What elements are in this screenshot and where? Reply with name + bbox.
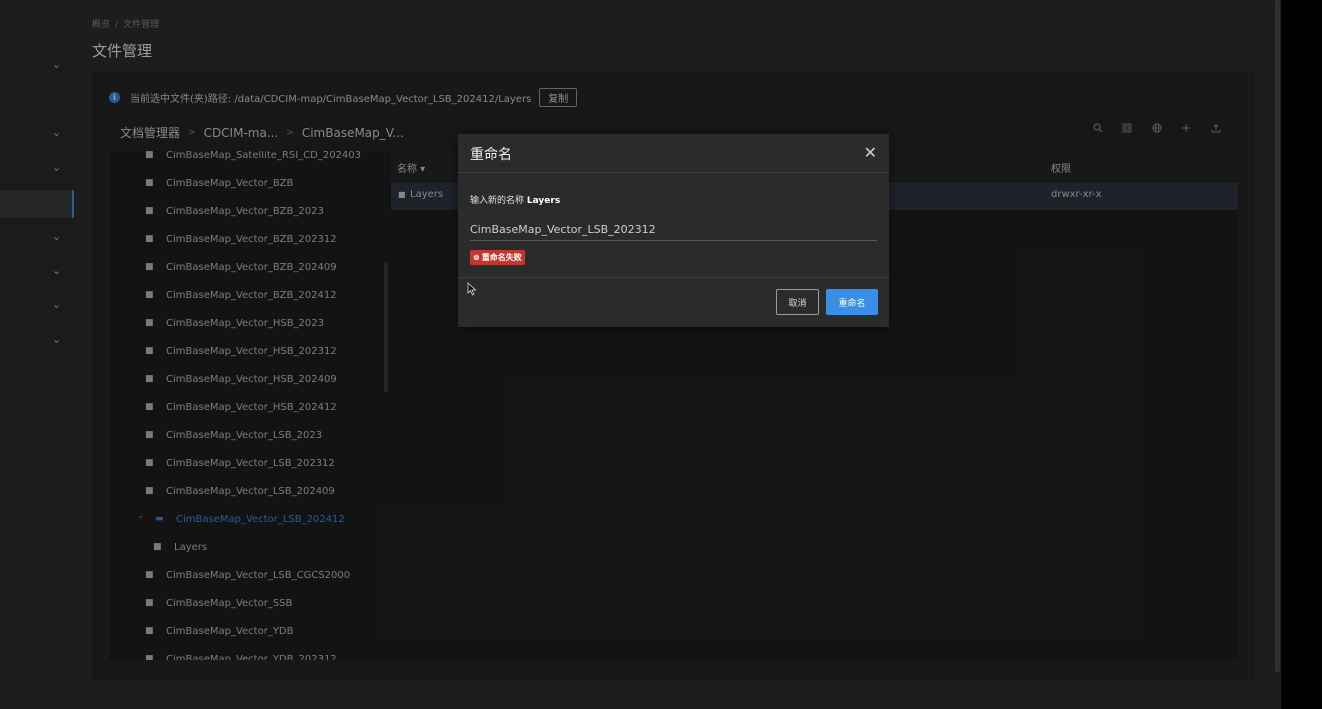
window-edge bbox=[1281, 0, 1322, 709]
dialog-divider bbox=[458, 172, 889, 173]
cancel-button[interactable]: 取消 bbox=[776, 289, 819, 315]
rename-button[interactable]: 重命名 bbox=[826, 289, 878, 315]
dialog-divider bbox=[458, 277, 889, 278]
rename-prompt-text: 输入新的名称 bbox=[470, 196, 525, 206]
rename-dialog: 重命名 ✕ 输入新的名称 Layers ⊗ 重命名失败 取消 重命名 bbox=[458, 134, 889, 327]
error-text: 重命名失败 bbox=[481, 253, 522, 262]
modal-overlay[interactable] bbox=[0, 0, 1281, 709]
rename-input[interactable] bbox=[470, 218, 877, 241]
close-icon[interactable]: ✕ bbox=[864, 143, 877, 162]
error-badge: ⊗ 重命名失败 bbox=[470, 250, 525, 265]
rename-prompt-target: Layers bbox=[526, 196, 561, 206]
rename-prompt: 输入新的名称 Layers bbox=[470, 193, 560, 206]
mouse-cursor-icon bbox=[467, 282, 477, 296]
error-icon: ⊗ bbox=[473, 253, 480, 262]
dialog-title: 重命名 bbox=[470, 147, 512, 163]
